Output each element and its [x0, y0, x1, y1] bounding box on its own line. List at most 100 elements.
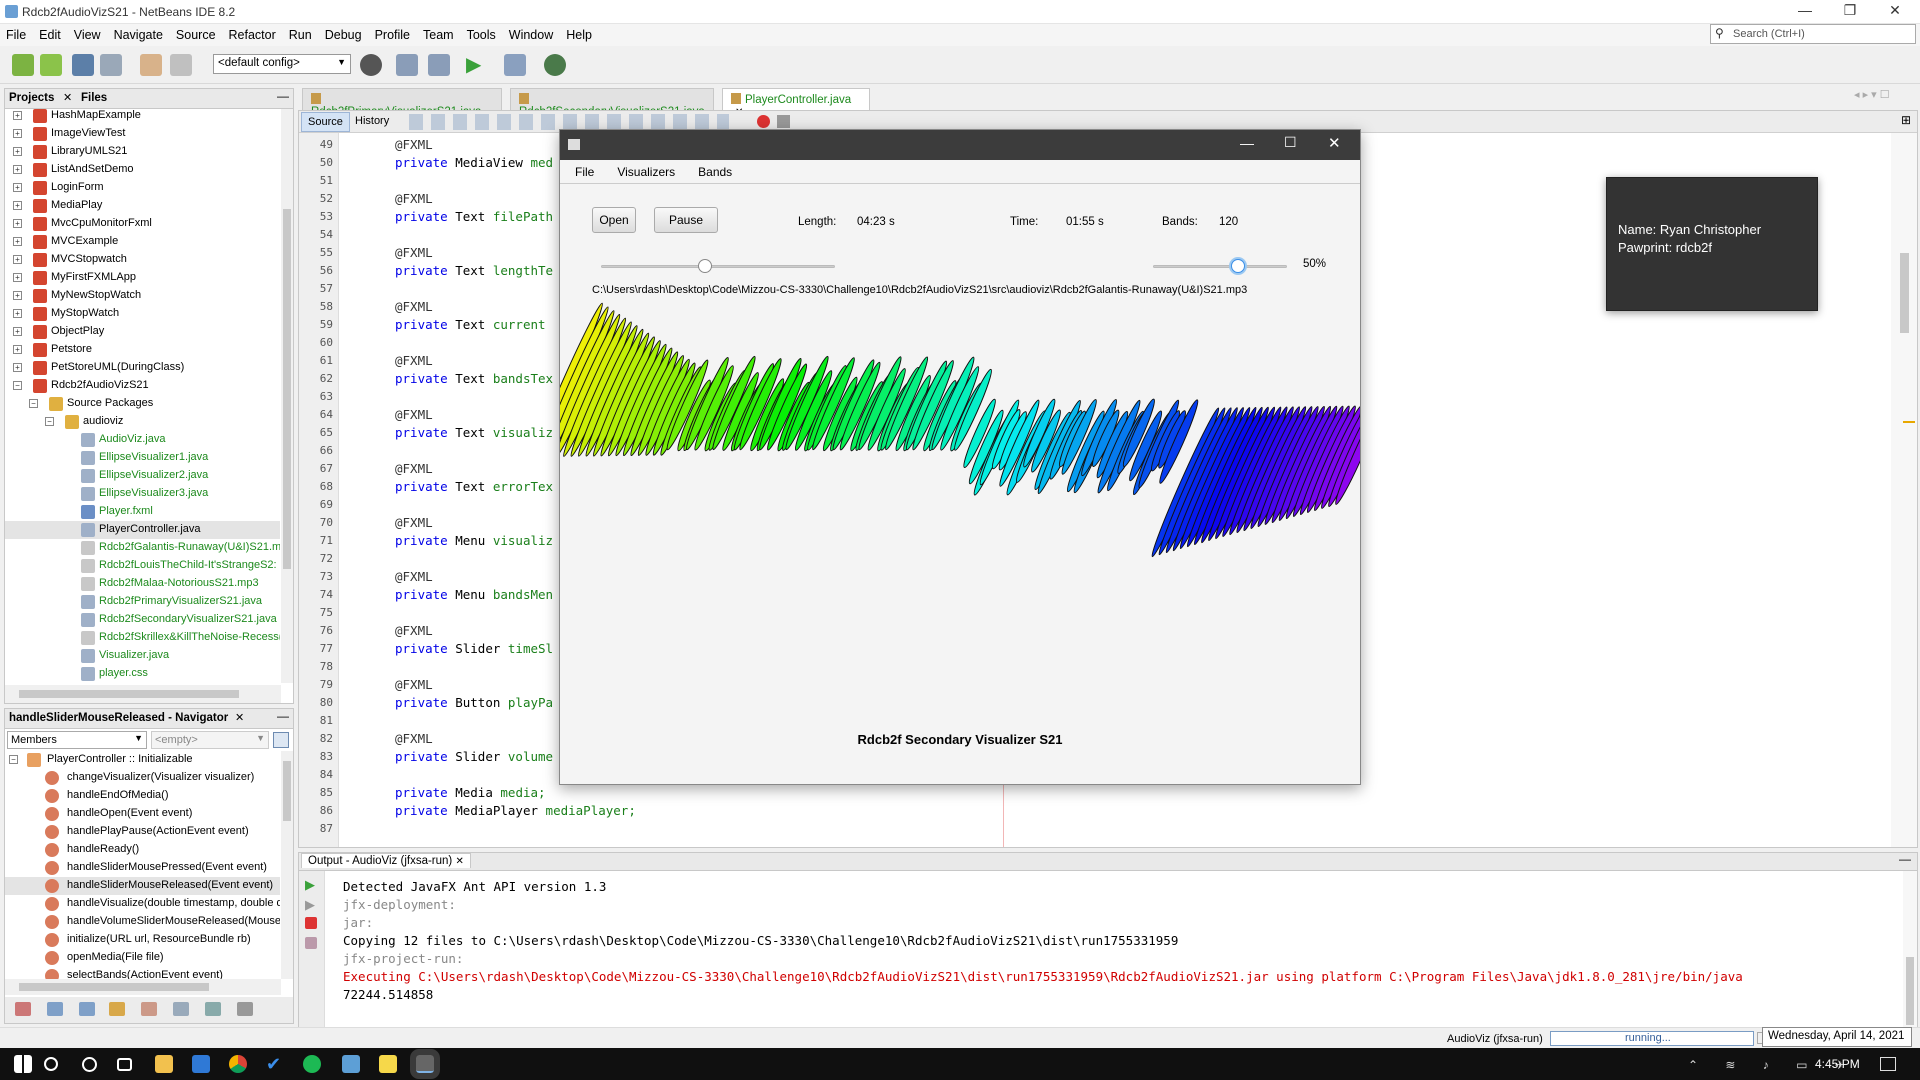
menu-item-team[interactable]: Team — [417, 24, 461, 42]
expand-icon[interactable]: + — [13, 273, 22, 282]
menu-item-view[interactable]: View — [68, 24, 108, 42]
project-tree-item[interactable]: + ListAndSetDemo — [5, 161, 280, 179]
filter-icon[interactable] — [173, 1002, 189, 1016]
navigator-root[interactable]: − PlayerController :: Initializable — [5, 751, 280, 769]
time-slider-thumb[interactable] — [697, 259, 712, 273]
tab-history[interactable]: History — [349, 112, 395, 130]
minimize-icon[interactable]: — — [1899, 852, 1911, 866]
debug-icon[interactable] — [504, 54, 526, 76]
expand-icon[interactable]: + — [13, 327, 22, 336]
project-tree-item[interactable]: + MVCExample — [5, 233, 280, 251]
tab-files[interactable]: Files — [81, 92, 107, 104]
navigator-method[interactable]: handleOpen(Event event) — [5, 805, 280, 823]
vertical-scrollbar[interactable] — [281, 109, 293, 683]
close-icon[interactable]: ✕ — [235, 711, 244, 724]
expand-icon[interactable]: + — [13, 183, 22, 192]
members-select[interactable]: Members ▼ — [7, 731, 147, 749]
vertical-scrollbar[interactable] — [1891, 133, 1917, 847]
build-icon[interactable] — [396, 54, 418, 76]
horizontal-scrollbar[interactable] — [5, 685, 281, 703]
project-tree-item[interactable]: + PetStoreUML(DuringClass) — [5, 359, 280, 377]
collapse-icon[interactable]: − — [9, 755, 18, 764]
close-icon[interactable]: ✕ — [1328, 134, 1341, 152]
rerun-icon[interactable]: ▶ — [305, 877, 315, 893]
clock-time[interactable]: 4:45 PM — [1815, 1057, 1860, 1071]
search-icon[interactable] — [44, 1057, 58, 1071]
navigator-method[interactable]: openMedia(File file) — [5, 949, 280, 967]
sort-icon[interactable] — [205, 1002, 221, 1016]
navigator-method[interactable]: handleVisualize(double timestamp, double… — [5, 895, 280, 913]
project-tree-item[interactable]: + Petstore — [5, 341, 280, 359]
project-tree-item[interactable]: Rdcb2fPrimaryVisualizerS21.java — [5, 593, 280, 611]
menu-item-edit[interactable]: Edit — [33, 24, 68, 42]
menu-item-navigate[interactable]: Navigate — [108, 24, 170, 42]
editor-tab[interactable]: Rdcb2fPrimaryVisualizerS21.java ✕ — [302, 88, 502, 130]
globe-icon[interactable] — [360, 54, 382, 76]
project-tree-item[interactable]: + MyFirstFXMLApp — [5, 269, 280, 287]
save-all-icon[interactable] — [100, 54, 122, 76]
project-tree-item[interactable]: + ObjectPlay — [5, 323, 280, 341]
search-box[interactable]: ⚲ Search (Ctrl+I) — [1710, 24, 1916, 44]
expand-icon[interactable]: + — [13, 237, 22, 246]
maximize-icon[interactable]: ☐ — [1284, 134, 1297, 151]
todo-icon[interactable]: ✔ — [266, 1055, 284, 1073]
project-tree-item[interactable]: − Rdcb2fAudioVizS21 — [5, 377, 280, 395]
project-tree-item[interactable]: + MvcCpuMonitorFxml — [5, 215, 280, 233]
app-menu-bands[interactable]: Bands — [683, 160, 740, 179]
app-menu-file[interactable]: File — [560, 160, 602, 179]
filter-select[interactable]: <empty> ▼ — [151, 731, 269, 749]
sort-icon[interactable] — [237, 1002, 253, 1016]
vertical-scrollbar[interactable] — [1903, 871, 1917, 1045]
menu-item-help[interactable]: Help — [560, 24, 599, 42]
rerun-with-params-icon[interactable]: ▶ — [305, 897, 315, 913]
app-menu-visualizers[interactable]: Visualizers — [602, 160, 683, 179]
volume-slider[interactable] — [1153, 259, 1287, 273]
open-project-icon[interactable] — [72, 54, 94, 76]
expand-icon[interactable]: + — [13, 129, 22, 138]
project-tree-item[interactable]: − Source Packages — [5, 395, 280, 413]
filter-icon[interactable] — [47, 1002, 63, 1016]
project-tree-item[interactable]: EllipseVisualizer3.java — [5, 485, 280, 503]
expand-icon[interactable]: + — [13, 201, 22, 210]
expand-icon[interactable]: + — [13, 345, 22, 354]
project-tree-item[interactable]: + LoginForm — [5, 179, 280, 197]
expand-icon[interactable]: + — [13, 309, 22, 318]
expand-icon[interactable]: + — [13, 219, 22, 228]
tab-source[interactable]: Source — [301, 112, 350, 132]
horizontal-scrollbar[interactable] — [5, 979, 281, 995]
expand-icon[interactable]: + — [13, 165, 22, 174]
editor-tab[interactable]: PlayerController.java ✕ — [722, 88, 870, 118]
progress-bar[interactable]: running... — [1550, 1031, 1754, 1046]
stop-icon[interactable] — [305, 917, 317, 929]
navigator-method[interactable]: handlePlayPause(ActionEvent event) — [5, 823, 280, 841]
project-tree-item[interactable]: Player.fxml — [5, 503, 280, 521]
project-tree-item[interactable]: EllipseVisualizer1.java — [5, 449, 280, 467]
volume-slider-thumb[interactable] — [1231, 259, 1245, 273]
navigator-method[interactable]: handleReady() — [5, 841, 280, 859]
project-tree-item[interactable]: Visualizer.java — [5, 647, 280, 665]
mail-icon[interactable] — [192, 1055, 210, 1073]
minimize-icon[interactable]: — — [1785, 2, 1825, 18]
project-tree-item[interactable]: + HashMapExample — [5, 109, 280, 125]
expand-icon[interactable]: + — [13, 363, 22, 372]
project-tree-item[interactable]: PlayerController.java — [5, 521, 280, 539]
project-tree-item[interactable]: EllipseVisualizer2.java — [5, 467, 280, 485]
menu-item-window[interactable]: Window — [503, 24, 560, 42]
redo-icon[interactable] — [170, 54, 192, 76]
menu-item-run[interactable]: Run — [283, 24, 319, 42]
project-tree-item[interactable]: + ImageViewTest — [5, 125, 280, 143]
project-tree-item[interactable]: + MyNewStopWatch — [5, 287, 280, 305]
windows-start-icon[interactable] — [14, 1055, 32, 1073]
filter-icon[interactable] — [79, 1002, 95, 1016]
run-icon[interactable]: ▶ — [466, 54, 488, 76]
spotify-icon[interactable] — [303, 1055, 321, 1073]
vertical-scrollbar[interactable] — [281, 751, 293, 979]
minimize-icon[interactable]: — — [1240, 135, 1254, 151]
config-select[interactable]: <default config> ▼ — [213, 54, 351, 74]
lock-icon[interactable] — [109, 1002, 125, 1016]
expand-icon[interactable]: + — [13, 111, 22, 120]
new-project-icon[interactable] — [40, 54, 62, 76]
expand-icon[interactable]: + — [13, 291, 22, 300]
close-icon[interactable]: ✕ — [1875, 2, 1915, 19]
tab-output[interactable]: Output - AudioViz (jfxsa-run) ✕ — [301, 853, 471, 868]
